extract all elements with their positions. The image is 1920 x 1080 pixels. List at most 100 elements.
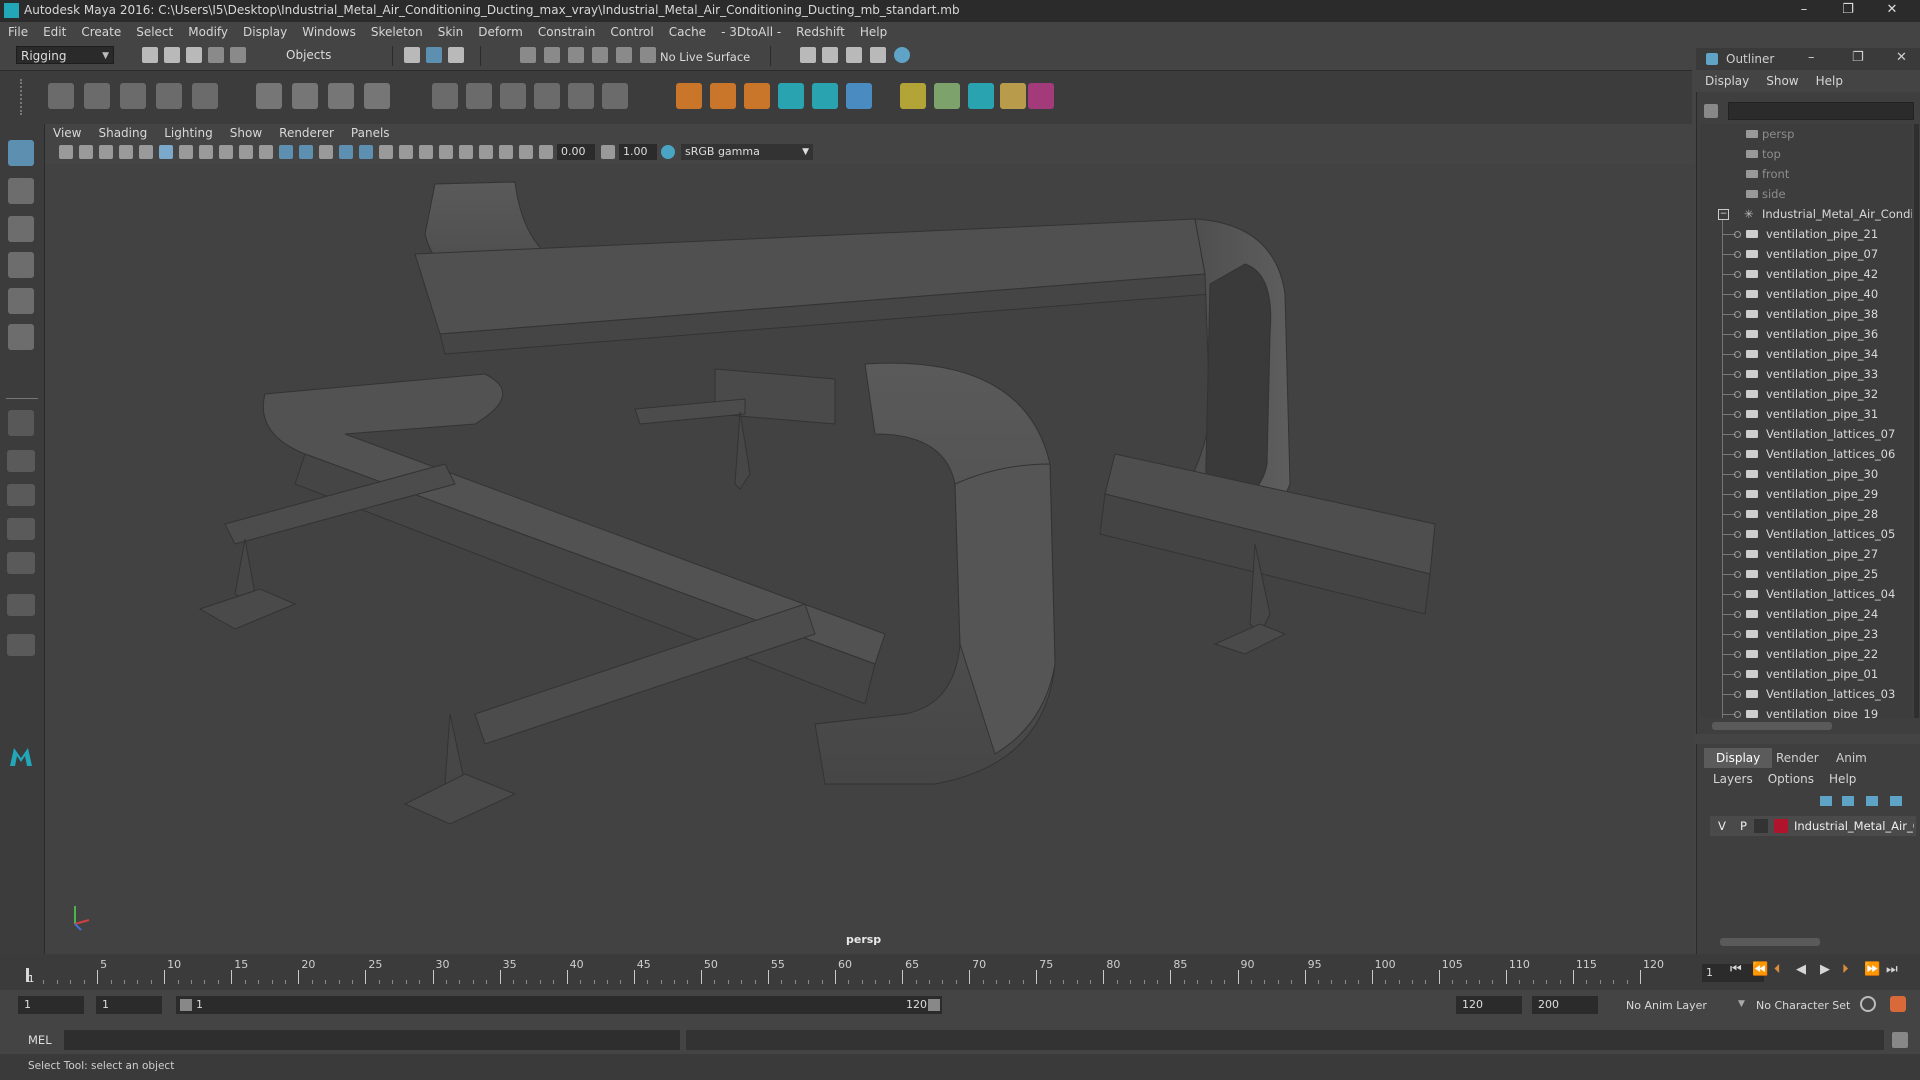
auto-key-icon[interactable] (1860, 996, 1876, 1012)
outliner-mesh-item[interactable]: Ventilation_lattices_05 (1700, 524, 1912, 544)
expand-dot-icon[interactable] (1734, 411, 1741, 418)
tab-render[interactable]: Render (1764, 748, 1831, 768)
layout-outliner-icon[interactable] (7, 594, 35, 616)
display-layer-row[interactable]: V P Industrial_Metal_Air_C (1710, 816, 1916, 836)
blend-shape-icon[interactable] (846, 83, 872, 109)
outliner-mesh-item[interactable]: ventilation_pipe_29 (1700, 484, 1912, 504)
outliner-restore-button[interactable]: ❐ (1852, 50, 1864, 65)
viewport-menu-shading[interactable]: Shading (90, 124, 156, 140)
new-layer-selected-icon[interactable] (1890, 796, 1902, 806)
menu-windows[interactable]: Windows (294, 22, 363, 39)
outliner-mesh-item[interactable]: ventilation_pipe_21 (1700, 224, 1912, 244)
outliner-vertical-scrollbar[interactable] (1914, 124, 1919, 718)
outliner-mesh-item[interactable]: ventilation_pipe_33 (1700, 364, 1912, 384)
magnet-icon[interactable] (640, 47, 656, 63)
tab-display[interactable]: Display (1704, 748, 1773, 768)
outliner-mesh-item[interactable]: Ventilation_lattices_04 (1700, 584, 1912, 604)
menu-modify[interactable]: Modify (180, 22, 235, 39)
exposure-icon[interactable] (539, 145, 553, 159)
render-view-icon[interactable] (870, 47, 886, 63)
menu-display[interactable]: Display (235, 22, 294, 39)
ik-handle-icon[interactable] (84, 83, 110, 109)
outliner-mesh-item[interactable]: ventilation_pipe_36 (1700, 324, 1912, 344)
layout-graph-icon[interactable] (7, 634, 35, 656)
new-scene-icon[interactable] (142, 47, 158, 63)
expand-dot-icon[interactable] (1734, 351, 1741, 358)
restore-button[interactable]: ❐ (1828, 0, 1868, 22)
aim-constraint-icon[interactable] (466, 83, 492, 109)
redo-icon[interactable] (230, 47, 246, 63)
outliner-camera-item[interactable]: top (1700, 144, 1912, 164)
wireframe-toggle-icon[interactable] (159, 145, 173, 159)
expand-dot-icon[interactable] (1734, 331, 1741, 338)
range-slider[interactable]: 1 120 (176, 996, 942, 1014)
maya-m3-icon[interactable] (968, 83, 994, 109)
3d-scene[interactable] (45, 164, 1695, 954)
lasso-tool-icon[interactable] (8, 178, 34, 204)
viewport-menu-show[interactable]: Show (222, 124, 271, 140)
layer-display-type[interactable] (1754, 819, 1768, 833)
snap-view-plane-icon[interactable] (592, 47, 608, 63)
hypershade-icon[interactable] (894, 47, 910, 63)
move-tool-icon[interactable] (8, 252, 34, 278)
resolution-gate-icon[interactable] (199, 145, 213, 159)
menu-file[interactable]: File (0, 22, 35, 39)
playback-end-field[interactable]: 120 (1456, 996, 1522, 1014)
expand-dot-icon[interactable] (1734, 531, 1741, 538)
layer-horizontal-scrollbar[interactable] (1720, 938, 1820, 946)
menu-set-dropdown[interactable]: Rigging ▼ (16, 46, 114, 64)
script-language-label[interactable]: MEL (28, 1033, 52, 1047)
outliner-mesh-item[interactable]: ventilation_pipe_30 (1700, 464, 1912, 484)
point-constraint-icon[interactable] (432, 83, 458, 109)
soft-mod-icon[interactable] (1000, 83, 1026, 109)
layout-two-icon[interactable] (7, 518, 35, 540)
paint-weights-icon[interactable] (292, 83, 318, 109)
expand-dot-icon[interactable] (1734, 311, 1741, 318)
expand-dot-icon[interactable] (1734, 251, 1741, 258)
field-chart-icon[interactable] (239, 145, 253, 159)
outliner-close-button[interactable]: ✕ (1896, 50, 1907, 65)
go-to-start-icon[interactable]: ⏮ (1730, 962, 1742, 977)
lattice-icon[interactable] (328, 83, 354, 109)
viewport-menu-panels[interactable]: Panels (343, 124, 399, 140)
mirror-joint-icon[interactable] (192, 83, 218, 109)
outliner-mesh-item[interactable]: ventilation_pipe_19 (1700, 704, 1912, 718)
shadows-icon[interactable] (359, 145, 373, 159)
expand-dot-icon[interactable] (1734, 691, 1741, 698)
use-all-lights-icon[interactable] (339, 145, 353, 159)
bookmark-icon[interactable] (99, 145, 113, 159)
menu-deform[interactable]: Deform (470, 22, 530, 39)
isolate-select-icon[interactable] (479, 145, 493, 159)
move-layer-up-icon[interactable] (1820, 796, 1832, 806)
ipr-render-icon[interactable] (846, 47, 862, 63)
outliner-mesh-item[interactable]: ventilation_pipe_28 (1700, 504, 1912, 524)
graph-editor-icon[interactable] (1028, 83, 1054, 109)
outliner-mesh-item[interactable]: Ventilation_lattices_03 (1700, 684, 1912, 704)
menu-constrain[interactable]: Constrain (530, 22, 603, 39)
close-button[interactable]: ✕ (1872, 0, 1912, 22)
textured-icon[interactable] (319, 145, 333, 159)
menu-skin[interactable]: Skin (430, 22, 471, 39)
outliner-mesh-item[interactable]: Ventilation_lattices_06 (1700, 444, 1912, 464)
outliner-mesh-item[interactable]: Ventilation_lattices_07 (1700, 424, 1912, 444)
viewport-menu-renderer[interactable]: Renderer (271, 124, 343, 140)
grid-toggle-icon[interactable] (139, 145, 153, 159)
maya-m2-icon[interactable] (812, 83, 838, 109)
render-settings-icon[interactable] (800, 47, 816, 63)
locator-icon[interactable] (676, 83, 702, 109)
command-input[interactable] (64, 1030, 680, 1050)
xray-joints-icon[interactable] (399, 145, 413, 159)
layout-three-icon[interactable] (7, 552, 35, 574)
orient-constraint-icon[interactable] (500, 83, 526, 109)
step-back-frame-icon[interactable]: ⏴ (1774, 962, 1781, 977)
animation-start-field[interactable]: 1 (18, 996, 84, 1014)
show-manipulator-icon[interactable] (8, 410, 34, 436)
outliner-tree[interactable]: persp top front side − ✳ Industrial_Meta… (1700, 124, 1912, 718)
outliner-search-input[interactable] (1728, 102, 1914, 120)
gate-mask-icon[interactable] (219, 145, 233, 159)
menu-help[interactable]: Help (852, 22, 894, 39)
xray-icon[interactable] (379, 145, 393, 159)
outliner-mesh-item[interactable]: ventilation_pipe_07 (1700, 244, 1912, 264)
snap-curve-icon[interactable] (544, 47, 560, 63)
outliner-filter-icon[interactable] (1704, 104, 1718, 118)
